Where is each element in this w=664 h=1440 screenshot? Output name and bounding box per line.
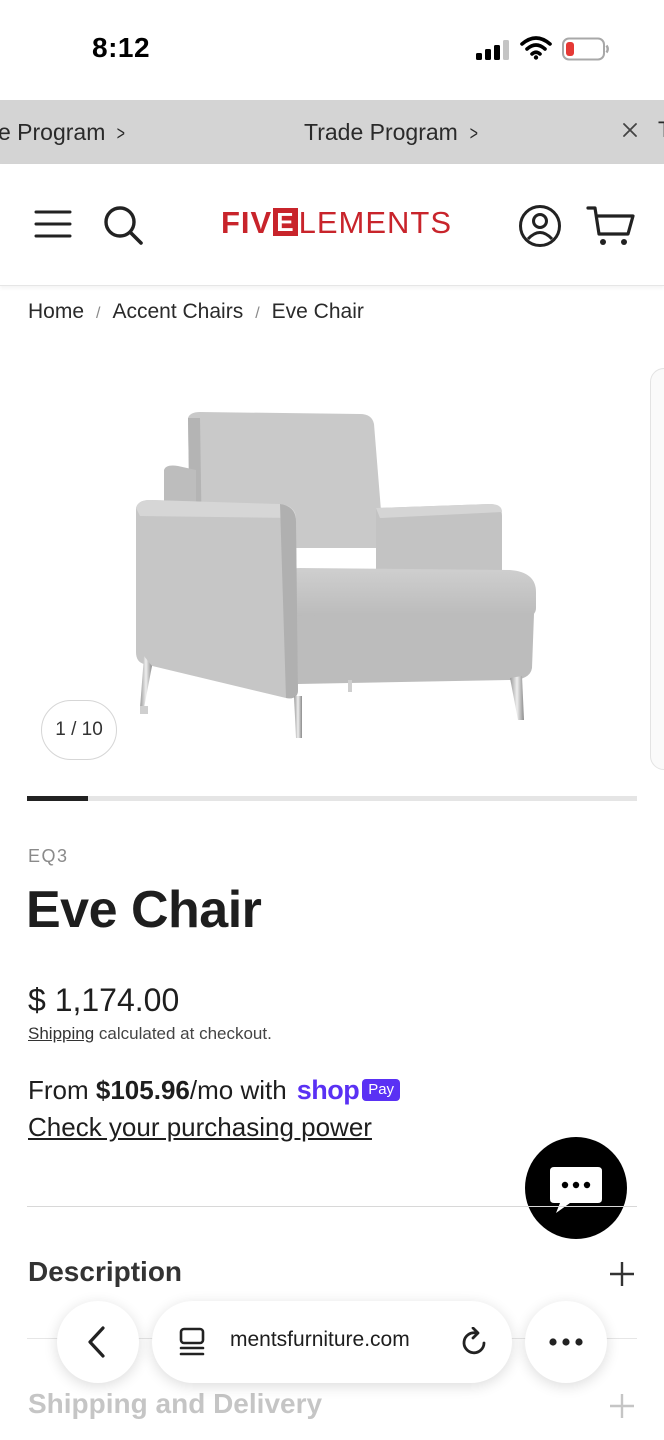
breadcrumb-home[interactable]: Home [28,300,84,323]
chevron-right-icon: > [117,123,126,145]
more-options-button[interactable] [525,1301,607,1383]
logo-part: FIV [221,205,273,240]
back-button[interactable] [57,1301,139,1383]
product-title: Eve Chair [26,881,262,939]
logo-part: LEMENTS [298,205,452,240]
next-image-peek[interactable] [650,368,664,770]
installments-suffix: /mo with [189,1074,287,1105]
breadcrumb-current: Eve Chair [271,300,364,323]
breadcrumb-accent-chairs[interactable]: Accent Chairs [112,300,243,323]
chat-button[interactable] [525,1137,627,1239]
gallery-progress-fill [27,796,88,801]
site-header: FIV E LEMENTS [0,164,664,286]
signal-icon [476,40,509,60]
shipping-note: Shipping calculated at checkout. [28,1024,272,1044]
logo-part: E [273,208,298,236]
purchasing-power-link[interactable]: Check your purchasing power [28,1112,372,1143]
gallery-progress-track [27,796,637,801]
address-bar[interactable]: mentsfurniture.com [152,1301,512,1383]
announcement-link-program[interactable]: e Program > [0,100,127,164]
product-gallery[interactable]: 1 / 10 [0,360,664,780]
plus-icon [610,1262,634,1286]
status-time: 8:12 [92,32,151,63]
chevron-right-icon: > [469,123,478,145]
more-icon [549,1338,583,1346]
status-bar: 8:12 [0,0,664,100]
search-icon[interactable] [102,204,144,246]
close-icon[interactable] [618,118,642,142]
product-image[interactable] [130,408,542,746]
announcement-peek: T [658,100,664,164]
back-icon [88,1326,105,1358]
site-logo[interactable]: FIV E LEMENTS [221,205,452,245]
divider [27,1206,637,1207]
announcement-label: Trade Program [304,119,458,145]
installments-amount: $105.96 [95,1074,190,1105]
shop-pay-installments: From $105.96/mo with shop Pay [28,1072,401,1108]
chat-icon [550,1167,602,1213]
announcement-label: e Program [0,119,106,145]
breadcrumb-separator: / [96,305,101,322]
menu-icon[interactable] [34,208,72,240]
tabs-icon[interactable] [178,1327,206,1357]
battery-icon [562,37,609,61]
breadcrumb: Home / Accent Chairs / Eve Chair [28,300,364,332]
breadcrumb-separator: / [255,305,260,322]
shipping-link[interactable]: Shipping [28,1024,94,1043]
installments-prefix: From [28,1074,96,1105]
url-text: mentsfurniture.com [230,1328,410,1351]
shipping-note-text: calculated at checkout. [94,1024,272,1043]
account-icon[interactable] [518,204,562,248]
product-vendor[interactable]: EQ3 [28,846,69,867]
reload-icon[interactable] [460,1327,490,1357]
accordion-title: Description [28,1256,183,1287]
image-counter: 1 / 10 [41,700,117,760]
product-price: $ 1,174.00 [28,982,180,1018]
cart-icon[interactable] [586,204,636,248]
shop-pay-badge: Pay [362,1079,401,1101]
browser-toolbar: mentsfurniture.com [0,1290,664,1400]
announcement-link-trade-program[interactable]: Trade Program > [304,100,480,164]
announcement-bar: e Program > Trade Program > T [0,100,664,164]
wifi-icon [520,36,552,60]
shop-pay-logo: shop [296,1074,360,1105]
